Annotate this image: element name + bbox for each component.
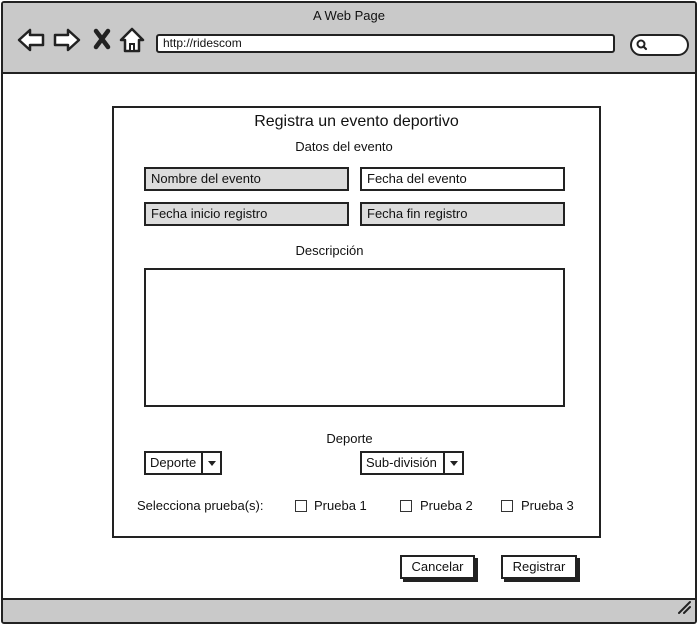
test-2-checkbox[interactable] <box>400 500 412 512</box>
page-title: Registra un evento deportivo <box>254 113 459 130</box>
forward-arrow-icon[interactable] <box>52 25 82 55</box>
resize-grip-icon[interactable] <box>677 600 691 619</box>
registration-start-field[interactable]: Fecha inicio registro <box>144 202 349 226</box>
tests-label: Selecciona prueba(s): <box>137 498 264 513</box>
chevron-down-icon[interactable] <box>443 453 462 473</box>
home-icon[interactable] <box>117 25 147 55</box>
description-label: Descripción <box>295 243 364 258</box>
back-arrow-icon[interactable] <box>16 25 46 55</box>
test-1-checkbox[interactable] <box>295 500 307 512</box>
subdivision-select-value: Sub-división <box>366 455 437 470</box>
browser-toolbar: A Web Page http://ridescom <box>3 3 695 74</box>
sport-select[interactable]: Deporte <box>144 451 222 475</box>
subdivision-select[interactable]: Sub-división <box>360 451 464 475</box>
browser-status-bar <box>3 598 695 622</box>
register-button[interactable]: Registrar <box>501 555 577 579</box>
test-3-label: Prueba 3 <box>521 498 574 513</box>
test-1-label: Prueba 1 <box>314 498 367 513</box>
test-3-checkbox[interactable] <box>501 500 513 512</box>
sport-label: Deporte <box>326 431 373 446</box>
event-date-field[interactable]: Fecha del evento <box>360 167 565 191</box>
event-name-field[interactable]: Nombre del evento <box>144 167 349 191</box>
registration-end-field[interactable]: Fecha fin registro <box>360 202 565 226</box>
sport-select-value: Deporte <box>150 455 197 470</box>
test-2-label: Prueba 2 <box>420 498 473 513</box>
search-box[interactable] <box>630 34 689 56</box>
address-bar[interactable]: http://ridescom <box>156 34 615 53</box>
search-icon <box>635 38 649 57</box>
description-textarea[interactable] <box>144 268 565 407</box>
chevron-down-icon[interactable] <box>201 453 220 473</box>
window-title: A Web Page <box>312 8 386 23</box>
cancel-button[interactable]: Cancelar <box>400 555 475 579</box>
section-label: Datos del evento <box>295 139 393 154</box>
